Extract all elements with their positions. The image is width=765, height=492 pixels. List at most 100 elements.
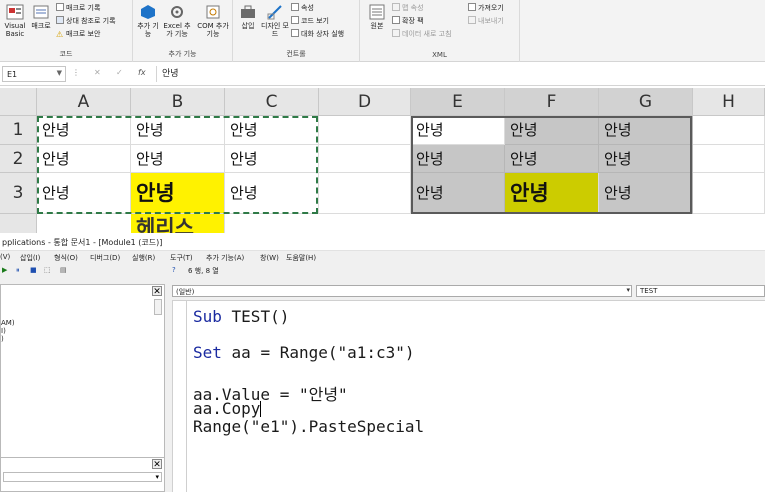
com-add-ins-label: COM 추가 기능 bbox=[197, 22, 229, 38]
menu-debug[interactable]: 디버그(D) bbox=[90, 253, 120, 263]
add-ins-label: 추가 기능 bbox=[137, 22, 159, 38]
chevron-down-icon[interactable]: ▾ bbox=[3, 472, 162, 482]
cell-d3[interactable] bbox=[319, 173, 411, 214]
import-button[interactable]: 가져오기 bbox=[468, 3, 504, 13]
relative-reference-button[interactable]: 상대 참조로 기록 bbox=[56, 16, 116, 26]
visual-basic-button[interactable]: Visual Basic bbox=[2, 4, 28, 38]
refresh-data-button[interactable]: 데이터 새로 고침 bbox=[392, 29, 452, 39]
cell-d2[interactable] bbox=[319, 145, 411, 173]
formula-input[interactable]: 안녕 bbox=[162, 66, 179, 79]
keyword: Set bbox=[193, 343, 222, 362]
menu-help[interactable]: 도움말(H) bbox=[286, 253, 316, 263]
scrollbar[interactable] bbox=[154, 299, 162, 315]
code-text: aa.Copy bbox=[193, 399, 261, 418]
column-header-d[interactable]: D bbox=[319, 88, 411, 116]
design-icon[interactable]: ⬚ bbox=[44, 266, 51, 274]
properties-button[interactable]: 속성 bbox=[291, 3, 314, 13]
column-header-h[interactable]: H bbox=[693, 88, 765, 116]
object-combo[interactable]: (일반) ▾ bbox=[172, 285, 632, 297]
code-line: Sub TEST() bbox=[193, 307, 289, 326]
help-icon[interactable]: ? bbox=[172, 266, 176, 274]
row-header-2[interactable]: 2 bbox=[0, 145, 37, 173]
menu-format[interactable]: 형식(O) bbox=[54, 253, 78, 263]
source-button[interactable]: 원본 bbox=[366, 4, 388, 30]
pause-icon[interactable]: ⏸ bbox=[16, 266, 20, 275]
close-icon[interactable]: ✕ bbox=[152, 286, 162, 297]
column-header-b[interactable]: B bbox=[131, 88, 225, 116]
cell-h1[interactable] bbox=[693, 116, 765, 145]
design-mode-button[interactable]: 디자인 모드 bbox=[261, 4, 289, 38]
more-icon: ⋮ bbox=[72, 68, 80, 77]
project-item[interactable]: AM) bbox=[1, 319, 15, 327]
cell-h3[interactable] bbox=[693, 173, 765, 214]
cancel-icon[interactable]: ✕ bbox=[94, 68, 101, 77]
run-icon[interactable]: ▶ bbox=[2, 266, 7, 274]
project-item[interactable]: ) bbox=[1, 335, 4, 343]
insert-control-button[interactable]: 삽입 bbox=[237, 4, 259, 30]
menu-window[interactable]: 창(W) bbox=[260, 253, 279, 263]
properties-icon bbox=[291, 3, 299, 11]
toolbox-icon bbox=[241, 5, 255, 18]
column-header-a[interactable]: A bbox=[37, 88, 131, 116]
ribbon-group-controls: 삽입 디자인 모드 속성 코드 보기 대화 상자 실행 컨트롤 bbox=[233, 0, 360, 62]
stop-icon[interactable]: ■ bbox=[30, 266, 37, 274]
close-icon[interactable]: ✕ bbox=[152, 459, 162, 470]
insert-function-icon[interactable]: fx bbox=[138, 68, 146, 77]
column-header-e[interactable]: E bbox=[411, 88, 505, 116]
macro-security-button[interactable]: ⚠ 매크로 보안 bbox=[56, 29, 100, 39]
code-line: aa.Copy bbox=[193, 399, 262, 418]
code-line: Range("e1").PasteSpecial bbox=[193, 417, 424, 436]
cell-d1[interactable] bbox=[319, 116, 411, 145]
chevron-down-icon: ▾ bbox=[626, 286, 630, 294]
cell-h2[interactable] bbox=[693, 145, 765, 173]
formula-divider bbox=[156, 66, 157, 82]
record-macro-label: 매크로 기록 bbox=[66, 4, 101, 12]
macro-icon bbox=[33, 5, 49, 19]
cell-b4[interactable]: 헤리스 bbox=[131, 214, 225, 234]
design-mode-icon bbox=[267, 5, 282, 20]
map-properties-button[interactable]: 맵 속성 bbox=[392, 3, 424, 13]
macros-button[interactable]: 매크로 bbox=[30, 4, 52, 30]
record-macro-button[interactable]: 매크로 기록 bbox=[56, 3, 100, 13]
gear-icon bbox=[171, 6, 183, 18]
procedure-combo-value: TEST bbox=[640, 287, 658, 295]
export-button[interactable]: 내보내기 bbox=[468, 16, 504, 26]
grid-icon bbox=[56, 16, 64, 24]
record-icon bbox=[56, 3, 64, 11]
row-header-1[interactable]: 1 bbox=[0, 116, 37, 145]
view-code-button[interactable]: 코드 보기 bbox=[291, 16, 329, 26]
column-header-f[interactable]: F bbox=[505, 88, 599, 116]
row-header-4[interactable] bbox=[0, 214, 37, 234]
procedure-combo[interactable]: TEST bbox=[636, 285, 765, 297]
vbe-title-bar: pplications - 통합 문서1 - [Module1 (코드)] bbox=[0, 233, 765, 251]
run-dialog-button[interactable]: 대화 상자 실행 bbox=[291, 29, 344, 39]
menu-insert[interactable]: 삽입(I) bbox=[20, 253, 40, 263]
column-header-g[interactable]: G bbox=[599, 88, 693, 116]
menu-view[interactable]: (V) bbox=[0, 253, 10, 261]
add-ins-button[interactable]: 추가 기능 bbox=[137, 4, 159, 38]
menu-run[interactable]: 실행(R) bbox=[132, 253, 155, 263]
keyword: Sub bbox=[193, 307, 222, 326]
name-box-value: E1 bbox=[7, 70, 18, 79]
excel-add-ins-button[interactable]: Excel 추가 기능 bbox=[161, 4, 193, 38]
import-label: 가져오기 bbox=[478, 4, 504, 12]
expansion-packs-label: 확장 팩 bbox=[402, 17, 424, 25]
column-header-c[interactable]: C bbox=[225, 88, 319, 116]
com-add-ins-button[interactable]: COM 추가 기능 bbox=[197, 4, 229, 38]
enter-icon[interactable]: ✓ bbox=[116, 68, 123, 77]
name-box[interactable]: E1 ▼ bbox=[2, 66, 66, 82]
code-editor[interactable]: Sub TEST() Set aa = Range("a1:c3") aa.Va… bbox=[172, 300, 765, 492]
ribbon-group-xml: 원본 맵 속성 확장 팩 데이터 새로 고침 가져오기 내보내기 XML bbox=[360, 0, 520, 62]
menu-addins[interactable]: 추가 기능(A) bbox=[206, 253, 244, 263]
project-item[interactable]: I) bbox=[1, 327, 6, 335]
menu-tools[interactable]: 도구(T) bbox=[170, 253, 193, 263]
xml-source-icon bbox=[369, 4, 385, 20]
visual-basic-label: Visual Basic bbox=[4, 22, 26, 38]
expansion-packs-button[interactable]: 확장 팩 bbox=[392, 16, 424, 26]
select-all-corner[interactable] bbox=[0, 88, 37, 116]
project-explorer-icon[interactable]: ▤ bbox=[60, 266, 67, 274]
selection-border bbox=[411, 116, 692, 214]
row-header-3[interactable]: 3 bbox=[0, 173, 37, 214]
view-code-label: 코드 보기 bbox=[301, 17, 329, 25]
map-properties-label: 맵 속성 bbox=[402, 4, 424, 12]
